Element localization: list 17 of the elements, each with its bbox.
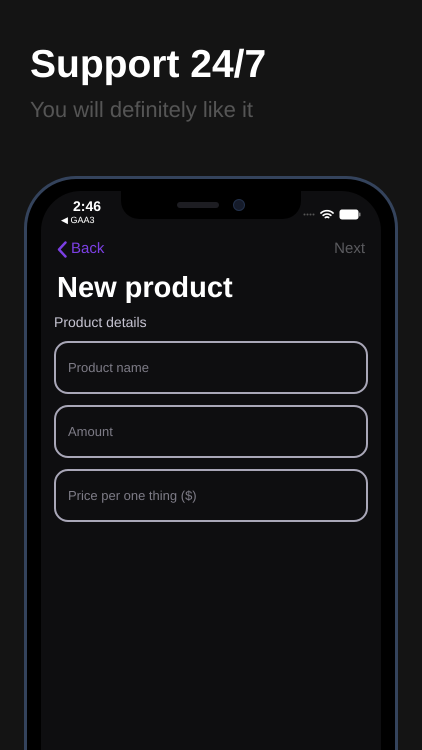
wifi-icon [320, 208, 334, 220]
speaker-icon [177, 202, 219, 208]
battery-icon [339, 208, 361, 220]
signal-icon [303, 212, 315, 216]
input-field[interactable]: Amount [54, 404, 368, 458]
camera-icon [233, 199, 245, 211]
input-field[interactable]: Price per one thing ($) [54, 468, 368, 522]
input-field[interactable]: Product name [54, 340, 368, 394]
chevron-left-icon [57, 240, 67, 258]
headline: Support 24/7 [30, 42, 268, 88]
subtitle: You will definitely like it [30, 96, 254, 124]
section-label: Product details [53, 312, 148, 330]
back-to-app-link[interactable]: ◀ GAA3 [61, 215, 95, 226]
next-button[interactable]: Next [334, 238, 365, 260]
status-time: 2:46 [73, 198, 102, 215]
screen-title: New product [56, 270, 234, 304]
back-button[interactable]: Back [57, 238, 104, 260]
